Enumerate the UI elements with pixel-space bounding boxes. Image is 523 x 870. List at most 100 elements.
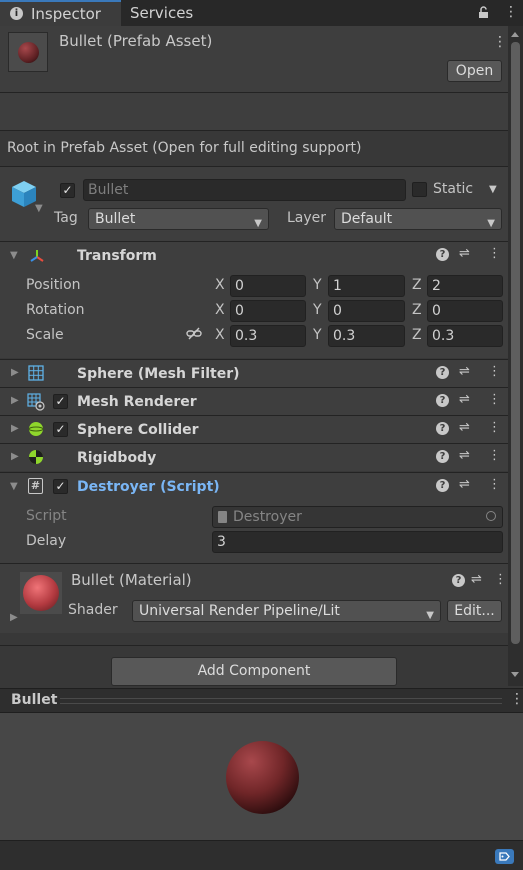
- position-z-field[interactable]: 2: [427, 275, 503, 297]
- active-checkbox[interactable]: ✓: [60, 183, 75, 198]
- preview-header[interactable]: Bullet ⋮: [0, 688, 523, 713]
- open-button[interactable]: Open: [447, 60, 502, 82]
- rotation-x-field[interactable]: 0: [230, 300, 306, 322]
- info-icon: i: [10, 7, 23, 20]
- object-picker-icon[interactable]: [486, 511, 496, 521]
- destroyer-title: Destroyer (Script): [77, 479, 220, 495]
- header-spacer: [0, 93, 508, 131]
- constrain-proportions-icon[interactable]: [186, 327, 202, 345]
- lock-icon[interactable]: [478, 6, 489, 18]
- material-menu-icon[interactable]: ⋮: [494, 572, 507, 587]
- foldout-expanded-icon[interactable]: ▼: [10, 250, 18, 261]
- transform-body: Position X 0 Y 1 Z 2 Rotation X 0 Y 0 Z …: [0, 269, 508, 358]
- position-y-label[interactable]: Y: [313, 277, 322, 293]
- help-icon[interactable]: ?: [436, 450, 449, 463]
- mesh-renderer-header[interactable]: ▶ ✓ Mesh Renderer ? ⇌ ⋮: [0, 387, 508, 415]
- component-menu-icon[interactable]: ⋮: [488, 420, 501, 435]
- prefab-title: Bullet (Prefab Asset): [59, 32, 213, 50]
- foldout-collapsed-icon[interactable]: ▶: [10, 612, 18, 623]
- scale-y-field[interactable]: 0.3: [328, 325, 405, 347]
- foldout-collapsed-icon[interactable]: ▶: [11, 423, 19, 434]
- scale-z-field[interactable]: 0.3: [427, 325, 503, 347]
- gameobject-name-field[interactable]: Bullet: [83, 179, 406, 201]
- script-label: Script: [26, 508, 67, 524]
- rigidbody-header[interactable]: ▶ Rigidbody ? ⇌ ⋮: [0, 443, 508, 471]
- foldout-collapsed-icon[interactable]: ▶: [11, 395, 19, 406]
- icon-dropdown-icon[interactable]: ▼: [35, 203, 43, 214]
- root-notice-text: Root in Prefab Asset (Open for full edit…: [7, 140, 362, 156]
- add-component-button[interactable]: Add Component: [111, 657, 397, 686]
- scale-z-label[interactable]: Z: [412, 327, 422, 343]
- help-icon[interactable]: ?: [436, 248, 449, 261]
- foldout-expanded-icon[interactable]: ▼: [10, 481, 18, 492]
- help-icon[interactable]: ?: [436, 394, 449, 407]
- tab-services[interactable]: Services: [122, 0, 232, 26]
- preset-icon[interactable]: ⇌: [459, 420, 470, 435]
- preset-icon[interactable]: ⇌: [459, 392, 470, 407]
- destroyer-header[interactable]: ▼ # ✓ Destroyer (Script) ? ⇌ ⋮: [0, 472, 508, 500]
- preset-icon[interactable]: ⇌: [459, 448, 470, 463]
- grid-icon: [28, 365, 44, 385]
- tab-inspector[interactable]: i Inspector: [0, 0, 121, 26]
- transform-header[interactable]: ▼ Transform ? ⇌ ⋮: [0, 241, 508, 269]
- help-icon[interactable]: ?: [436, 366, 449, 379]
- sphere-collider-enabled-checkbox[interactable]: ✓: [53, 422, 68, 437]
- rotation-z-field[interactable]: 0: [427, 300, 503, 322]
- component-menu-icon[interactable]: ⋮: [488, 246, 501, 261]
- asset-label-icon[interactable]: [495, 849, 514, 864]
- mesh-renderer-title: Mesh Renderer: [77, 394, 197, 410]
- delay-label: Delay: [26, 533, 67, 549]
- preview-area[interactable]: [0, 713, 523, 840]
- component-menu-icon[interactable]: ⋮: [488, 477, 501, 492]
- preset-icon[interactable]: ⇌: [459, 477, 470, 492]
- help-icon[interactable]: ?: [436, 479, 449, 492]
- tab-menu-icon[interactable]: ⋮: [504, 4, 518, 20]
- layer-dropdown[interactable]: Default ▼: [334, 208, 502, 230]
- preset-icon[interactable]: ⇌: [459, 246, 470, 261]
- tab-inspector-label: Inspector: [31, 5, 101, 23]
- shader-dropdown[interactable]: Universal Render Pipeline/Lit ▼: [132, 600, 441, 622]
- preset-icon[interactable]: ⇌: [471, 572, 482, 587]
- sphere-collider-header[interactable]: ▶ ✓ Sphere Collider ? ⇌ ⋮: [0, 415, 508, 443]
- mesh-renderer-enabled-checkbox[interactable]: ✓: [53, 394, 68, 409]
- rotation-x-label[interactable]: X: [215, 302, 225, 318]
- rotation-y-field[interactable]: 0: [328, 300, 405, 322]
- foldout-collapsed-icon[interactable]: ▶: [11, 367, 19, 378]
- shader-value: Universal Render Pipeline/Lit: [139, 603, 340, 619]
- foldout-collapsed-icon[interactable]: ▶: [11, 451, 19, 462]
- edit-shader-button[interactable]: Edit...: [447, 600, 502, 622]
- static-checkbox[interactable]: [412, 182, 427, 197]
- static-dropdown-icon[interactable]: ▼: [489, 184, 497, 195]
- scrollbar-thumb[interactable]: [511, 42, 520, 644]
- rotation-z-label[interactable]: Z: [412, 302, 422, 318]
- scale-label: Scale: [26, 327, 64, 343]
- gameobject-cube-icon[interactable]: [10, 179, 38, 207]
- scrollbar-track[interactable]: [508, 26, 523, 686]
- position-x-label[interactable]: X: [215, 277, 225, 293]
- scale-x-field[interactable]: 0.3: [230, 325, 306, 347]
- transform-title: Transform: [77, 248, 157, 264]
- scale-x-label[interactable]: X: [215, 327, 225, 343]
- help-icon[interactable]: ?: [452, 574, 465, 587]
- header-menu-icon[interactable]: ⋮: [493, 34, 507, 50]
- component-menu-icon[interactable]: ⋮: [488, 364, 501, 379]
- component-menu-icon[interactable]: ⋮: [488, 448, 501, 463]
- preview-menu-icon[interactable]: ⋮: [510, 691, 523, 707]
- delay-field[interactable]: 3: [212, 531, 503, 553]
- help-icon[interactable]: ?: [436, 422, 449, 435]
- mesh-filter-header[interactable]: ▶ Sphere (Mesh Filter) ? ⇌ ⋮: [0, 359, 508, 387]
- mesh-renderer-icon: [27, 393, 45, 415]
- tag-dropdown[interactable]: Bullet ▼: [88, 208, 269, 230]
- destroyer-body: Script Destroyer Delay 3: [0, 500, 508, 563]
- rotation-y-label[interactable]: Y: [313, 302, 322, 318]
- scroll-down-icon[interactable]: [511, 672, 519, 677]
- scroll-up-icon[interactable]: [511, 32, 519, 37]
- scale-y-label[interactable]: Y: [313, 327, 322, 343]
- position-z-label[interactable]: Z: [412, 277, 422, 293]
- preview-drag-handle[interactable]: [60, 698, 502, 704]
- component-menu-icon[interactable]: ⋮: [488, 392, 501, 407]
- position-y-field[interactable]: 1: [328, 275, 405, 297]
- preset-icon[interactable]: ⇌: [459, 364, 470, 379]
- position-x-field[interactable]: 0: [230, 275, 306, 297]
- destroyer-enabled-checkbox[interactable]: ✓: [53, 479, 68, 494]
